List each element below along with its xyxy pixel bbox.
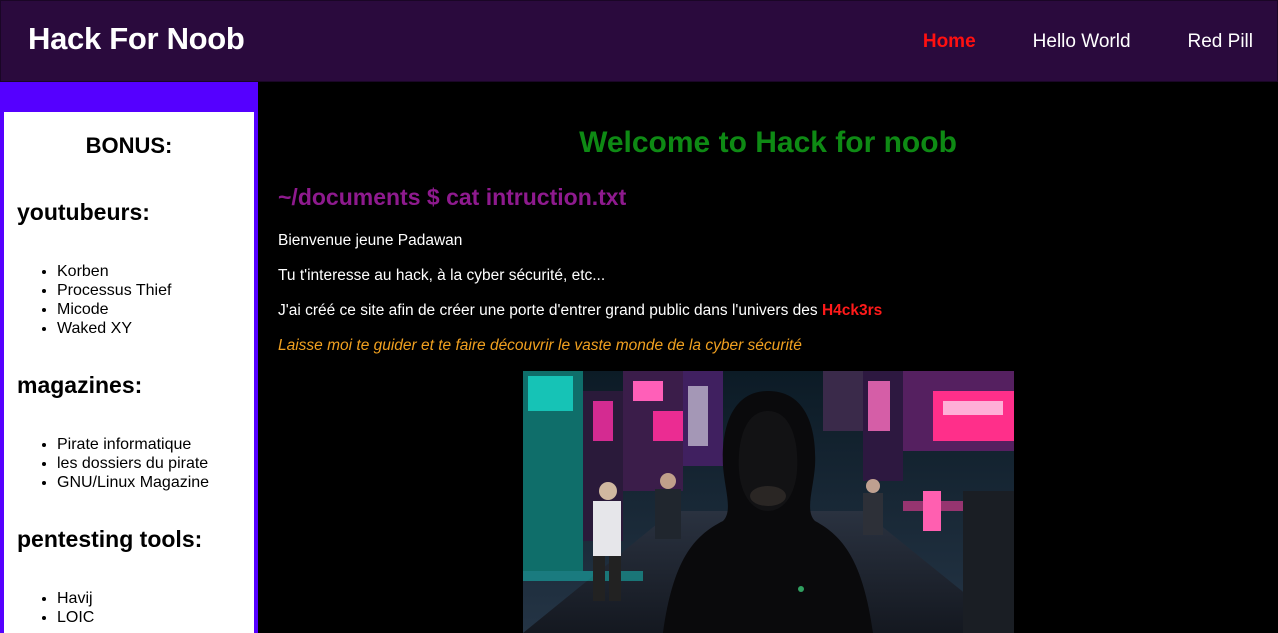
intro-line-3: J'ai créé ce site afin de créer une port… xyxy=(278,302,882,320)
page-title: Welcome to Hack for noob xyxy=(579,126,957,159)
list-item[interactable]: Pirate informatique xyxy=(57,435,254,454)
terminal-command: ~/documents $ cat intruction.txt xyxy=(278,184,627,210)
list-item[interactable]: Waked XY xyxy=(57,319,254,338)
sidebar: BONUS: youtubeurs: Korben Processus Thie… xyxy=(4,112,254,633)
main-content: Welcome to Hack for noob ~/documents $ c… xyxy=(258,82,1278,633)
magazines-list: Pirate informatique les dossiers du pira… xyxy=(57,435,254,492)
hackers-highlight: H4ck3rs xyxy=(821,302,883,319)
nav-link-home[interactable]: Home xyxy=(923,31,976,53)
intro-line-4: Laisse moi te guider et te faire découvr… xyxy=(278,337,802,354)
nav-link-hello-world[interactable]: Hello World xyxy=(1033,31,1131,53)
list-item[interactable]: Havij xyxy=(57,589,254,608)
youtubeurs-list: Korben Processus Thief Micode Waked XY xyxy=(57,262,254,338)
intro-line-3-text: J'ai créé ce site afin de créer une port… xyxy=(278,302,822,319)
section-title-pentesting-tools: pentesting tools: xyxy=(17,526,203,552)
sidebar-title: BONUS: xyxy=(85,133,173,158)
list-item[interactable]: Micode xyxy=(57,300,254,319)
section-title-youtubeurs: youtubeurs: xyxy=(17,199,150,225)
list-item[interactable]: les dossiers du pirate xyxy=(57,454,254,473)
intro-line-1: Bienvenue jeune Padawan xyxy=(278,232,463,249)
sidebar-frame: BONUS: youtubeurs: Korben Processus Thie… xyxy=(0,82,258,633)
list-item[interactable]: GNU/Linux Magazine xyxy=(57,473,254,492)
hero-image-drawing xyxy=(523,371,1014,633)
nav-links: Home Hello World Red Pill xyxy=(866,31,1253,53)
navbar: Hack For Noob Home Hello World Red Pill xyxy=(0,0,1278,82)
list-item[interactable]: LOIC xyxy=(57,608,254,627)
intro-line-2: Tu t'interesse au hack, à la cyber sécur… xyxy=(278,267,606,284)
list-item[interactable]: Korben xyxy=(57,262,254,281)
site-brand[interactable]: Hack For Noob xyxy=(28,21,245,57)
nav-link-red-pill[interactable]: Red Pill xyxy=(1188,31,1253,53)
hero-image xyxy=(523,371,1014,633)
section-title-magazines: magazines: xyxy=(17,372,143,398)
list-item[interactable]: Processus Thief xyxy=(57,281,254,300)
pentesting-tools-list: Havij LOIC xyxy=(57,589,254,627)
